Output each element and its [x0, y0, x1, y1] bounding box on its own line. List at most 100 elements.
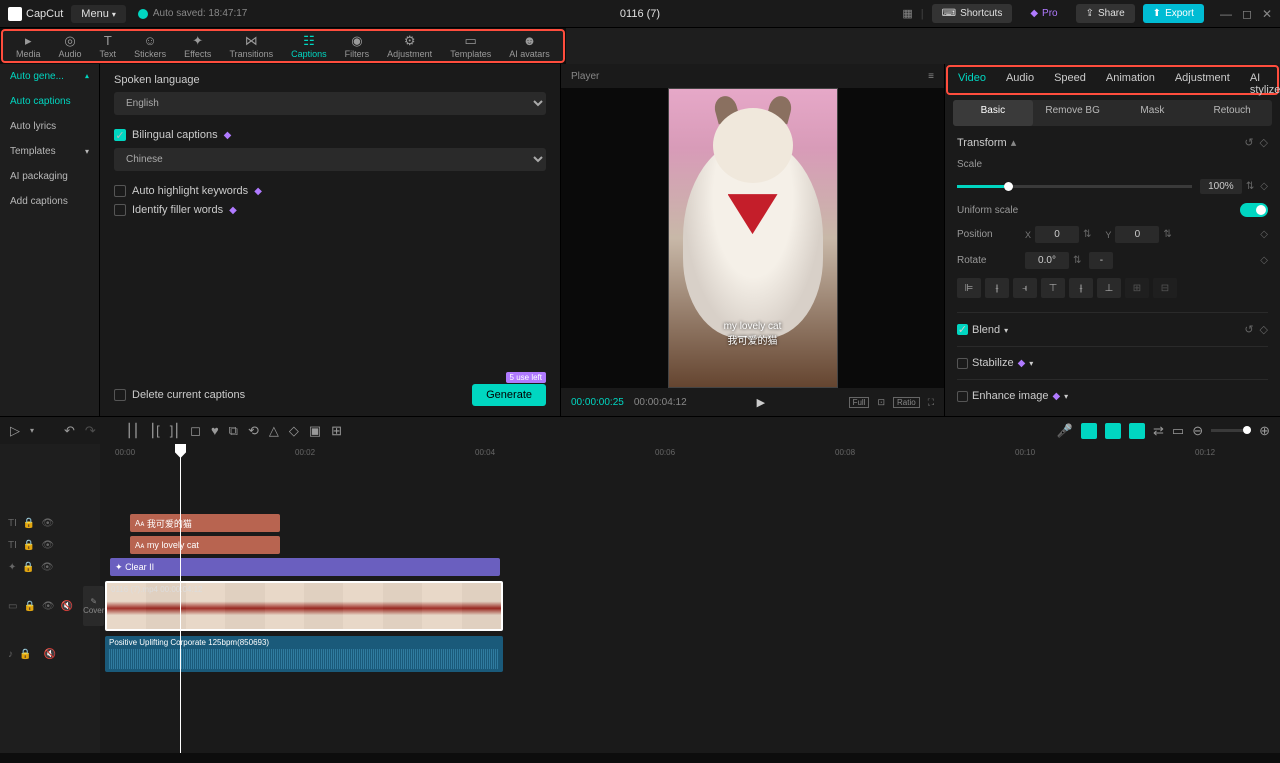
close-button[interactable]: ✕ [1262, 7, 1272, 21]
tab-speed[interactable]: Speed [1044, 67, 1096, 93]
subtab-remove-bg[interactable]: Remove BG [1033, 100, 1113, 126]
blend-checkbox[interactable]: ✓ [957, 324, 968, 335]
shortcuts-button[interactable]: ⌨ Shortcuts [932, 4, 1013, 23]
caption-clip-en[interactable]: Aᴀ my lovely cat [130, 536, 280, 554]
tab-adjustment[interactable]: Adjustment [1165, 67, 1240, 93]
scale-value[interactable]: 100% [1200, 179, 1242, 194]
uniform-scale-toggle[interactable] [1240, 203, 1268, 217]
subtab-basic[interactable]: Basic [953, 100, 1033, 126]
enhance-checkbox[interactable] [957, 391, 968, 402]
align-button-8[interactable]: ⊟ [1153, 278, 1177, 298]
copy-tool[interactable]: ⧉ [229, 423, 238, 439]
link-icon[interactable]: ⇄ [1153, 423, 1164, 439]
tool-effects[interactable]: ✦Effects [175, 34, 220, 59]
maximize-button[interactable]: ◻ [1242, 7, 1252, 21]
menu-button[interactable]: Menu [71, 5, 126, 23]
zoom-in-button[interactable]: ⊕ [1259, 423, 1270, 439]
tab-video[interactable]: Video [948, 67, 996, 93]
filler-checkbox[interactable] [114, 204, 126, 216]
mirror-tool[interactable]: △ [269, 423, 279, 439]
scale-stepper-icon[interactable]: ⇅ [1246, 181, 1254, 192]
align-center-h-button[interactable]: ⫲ [985, 278, 1009, 298]
tool-captions[interactable]: ☷Captions [282, 34, 336, 59]
tool-filters[interactable]: ◉Filters [336, 34, 379, 59]
trim-left-tool[interactable]: ⎮[ [149, 423, 159, 439]
tool-audio[interactable]: ◎Audio [50, 34, 91, 59]
effect-track-head[interactable]: ✦🔒👁 [0, 556, 100, 578]
scale-keyframe-icon[interactable]: ◇ [1260, 181, 1268, 192]
bilingual-language-select[interactable]: Chinese [114, 148, 546, 171]
freeze-tool[interactable]: ⊞ [331, 423, 342, 439]
transform-chevron-icon[interactable]: ▴ [1011, 136, 1017, 149]
play-button[interactable]: ▶ [757, 396, 765, 409]
undo-button[interactable]: ↶ [64, 423, 75, 439]
tool-media[interactable]: ▸Media [7, 34, 50, 59]
player-menu-icon[interactable]: ≡ [928, 71, 934, 82]
video-track-head[interactable]: ▭🔒👁🔇 ✎Cover [0, 578, 100, 634]
tool-chevron[interactable]: ▾ [30, 426, 34, 435]
full-button[interactable]: Full [849, 397, 870, 408]
magnet-3-button[interactable] [1129, 423, 1145, 439]
player-viewport[interactable]: my lovely cat 我可爱的猫 [561, 88, 944, 388]
rotate-stepper-icon[interactable]: ⇅ [1073, 255, 1081, 266]
ratio-button[interactable]: Ratio [893, 397, 920, 408]
video-clip[interactable]: 0116 (7).mp4 00:00:04:12 [105, 581, 503, 631]
layout-icon[interactable]: ▦ [902, 7, 912, 20]
subtab-mask[interactable]: Mask [1113, 100, 1193, 126]
rotate-input[interactable]: 0.0° [1025, 252, 1069, 269]
sidebar-auto-captions[interactable]: Auto captions [0, 89, 99, 114]
subtab-retouch[interactable]: Retouch [1192, 100, 1272, 126]
tool-templates[interactable]: ▭Templates [441, 34, 500, 59]
align-top-button[interactable]: ⊤ [1041, 278, 1065, 298]
marker-tool[interactable]: ♥ [211, 423, 219, 439]
reset-icon[interactable]: ↺ [1244, 136, 1253, 149]
sidebar-ai-packaging[interactable]: AI packaging [0, 164, 99, 189]
sidebar-auto-generate[interactable]: Auto gene... [0, 64, 99, 89]
y-stepper-icon[interactable]: ⇅ [1163, 229, 1171, 240]
highlight-checkbox[interactable] [114, 185, 126, 197]
magnet-1-button[interactable] [1081, 423, 1097, 439]
x-stepper-icon[interactable]: ⇅ [1083, 229, 1091, 240]
tool-adjustment[interactable]: ⚙Adjustment [378, 34, 441, 59]
export-button[interactable]: ⬆ Export [1143, 4, 1204, 23]
enhance-chevron-icon[interactable] [1064, 390, 1068, 402]
mic-icon[interactable]: 🎤 [1057, 423, 1073, 439]
tab-ai-stylize[interactable]: AI stylize [1240, 67, 1280, 93]
focus-icon[interactable]: ⊡ [877, 397, 885, 408]
zoom-out-button[interactable]: ⊖ [1192, 423, 1203, 439]
share-button[interactable]: ⇪ Share [1076, 4, 1135, 23]
fullscreen-icon[interactable]: ⛶ [928, 397, 934, 408]
playhead[interactable] [180, 444, 181, 753]
split-tool[interactable]: ⎮⎮ [126, 423, 140, 439]
keyframe-icon[interactable]: ◇ [1260, 136, 1268, 149]
tab-animation[interactable]: Animation [1096, 67, 1165, 93]
effect-clip[interactable]: ✦ Clear II [110, 558, 500, 576]
tool-stickers[interactable]: ☺Stickers [125, 34, 175, 59]
rotate-reset-button[interactable]: - [1089, 252, 1113, 269]
rotate-keyframe-icon[interactable]: ◇ [1260, 255, 1268, 266]
reverse-tool[interactable]: ⟲ [248, 423, 259, 439]
blend-keyframe-icon[interactable]: ◇ [1260, 323, 1268, 336]
selection-tool[interactable]: ▷ [10, 423, 20, 439]
tool-transitions[interactable]: ⋈Transitions [220, 34, 282, 59]
spoken-language-select[interactable]: English [114, 92, 546, 115]
crop2-tool[interactable]: ▣ [309, 423, 321, 439]
trim-right-tool[interactable]: ]⎮ [170, 423, 180, 439]
align-right-button[interactable]: ⫣ [1013, 278, 1037, 298]
stabilize-checkbox[interactable] [957, 358, 968, 369]
pro-button[interactable]: ◆ Pro [1020, 4, 1067, 23]
rotate-tool[interactable]: ◇ [289, 423, 299, 439]
scale-slider[interactable] [957, 185, 1192, 188]
sidebar-templates[interactable]: Templates [0, 139, 99, 164]
tool-ai-avatars[interactable]: ☻AI avatars [500, 34, 559, 59]
pos-y-input[interactable]: 0 [1115, 226, 1159, 243]
magnet-2-button[interactable] [1105, 423, 1121, 439]
blend-chevron-icon[interactable] [1004, 324, 1008, 336]
caption-track-head-1[interactable]: TI🔒👁 [0, 512, 100, 534]
sidebar-auto-lyrics[interactable]: Auto lyrics [0, 114, 99, 139]
sidebar-add-captions[interactable]: Add captions [0, 189, 99, 214]
zoom-slider[interactable] [1211, 429, 1251, 432]
generate-button[interactable]: Generate [472, 384, 546, 406]
delete-captions-checkbox[interactable] [114, 389, 126, 401]
minimize-button[interactable]: — [1220, 7, 1232, 21]
